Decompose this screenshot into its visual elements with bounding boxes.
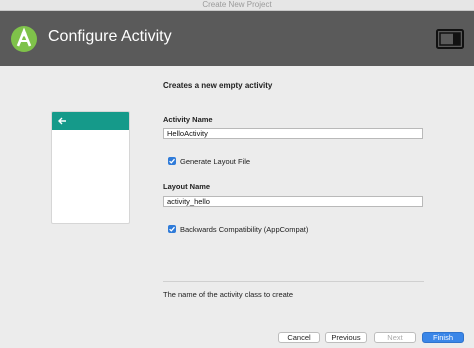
page-title: Configure Activity: [48, 28, 172, 45]
field-hint: The name of the activity class to create: [163, 290, 294, 299]
generate-layout-checkbox[interactable]: [168, 157, 176, 165]
arrow-back-icon: [58, 117, 66, 125]
finish-button[interactable]: Finish: [422, 332, 464, 343]
activity-preview: [51, 111, 130, 224]
window-title: Create New Project: [202, 0, 272, 9]
checkmark-icon: [169, 158, 175, 164]
layout-name-label: Layout Name: [163, 182, 211, 191]
tablet-phone-icon: [436, 29, 464, 49]
cancel-button[interactable]: Cancel: [278, 332, 320, 343]
layout-name-field[interactable]: activity_hello: [163, 196, 423, 207]
next-button[interactable]: Next: [374, 332, 416, 343]
checkmark-icon: [169, 226, 175, 232]
preview-appbar: [52, 112, 129, 130]
window-titlebar: Create New Project: [0, 0, 474, 11]
generate-layout-label: Generate Layout File: [180, 157, 251, 166]
divider: [163, 281, 424, 282]
activity-name-field[interactable]: HelloActivity: [163, 128, 423, 139]
android-studio-icon: [11, 26, 37, 52]
backwards-compat-label: Backwards Compatibility (AppCompat): [180, 225, 309, 234]
form-heading: Creates a new empty activity: [163, 81, 273, 90]
backwards-compat-checkbox[interactable]: [168, 225, 176, 233]
activity-name-label: Activity Name: [163, 115, 213, 124]
header: Configure Activity: [0, 11, 474, 66]
previous-button[interactable]: Previous: [325, 332, 367, 343]
